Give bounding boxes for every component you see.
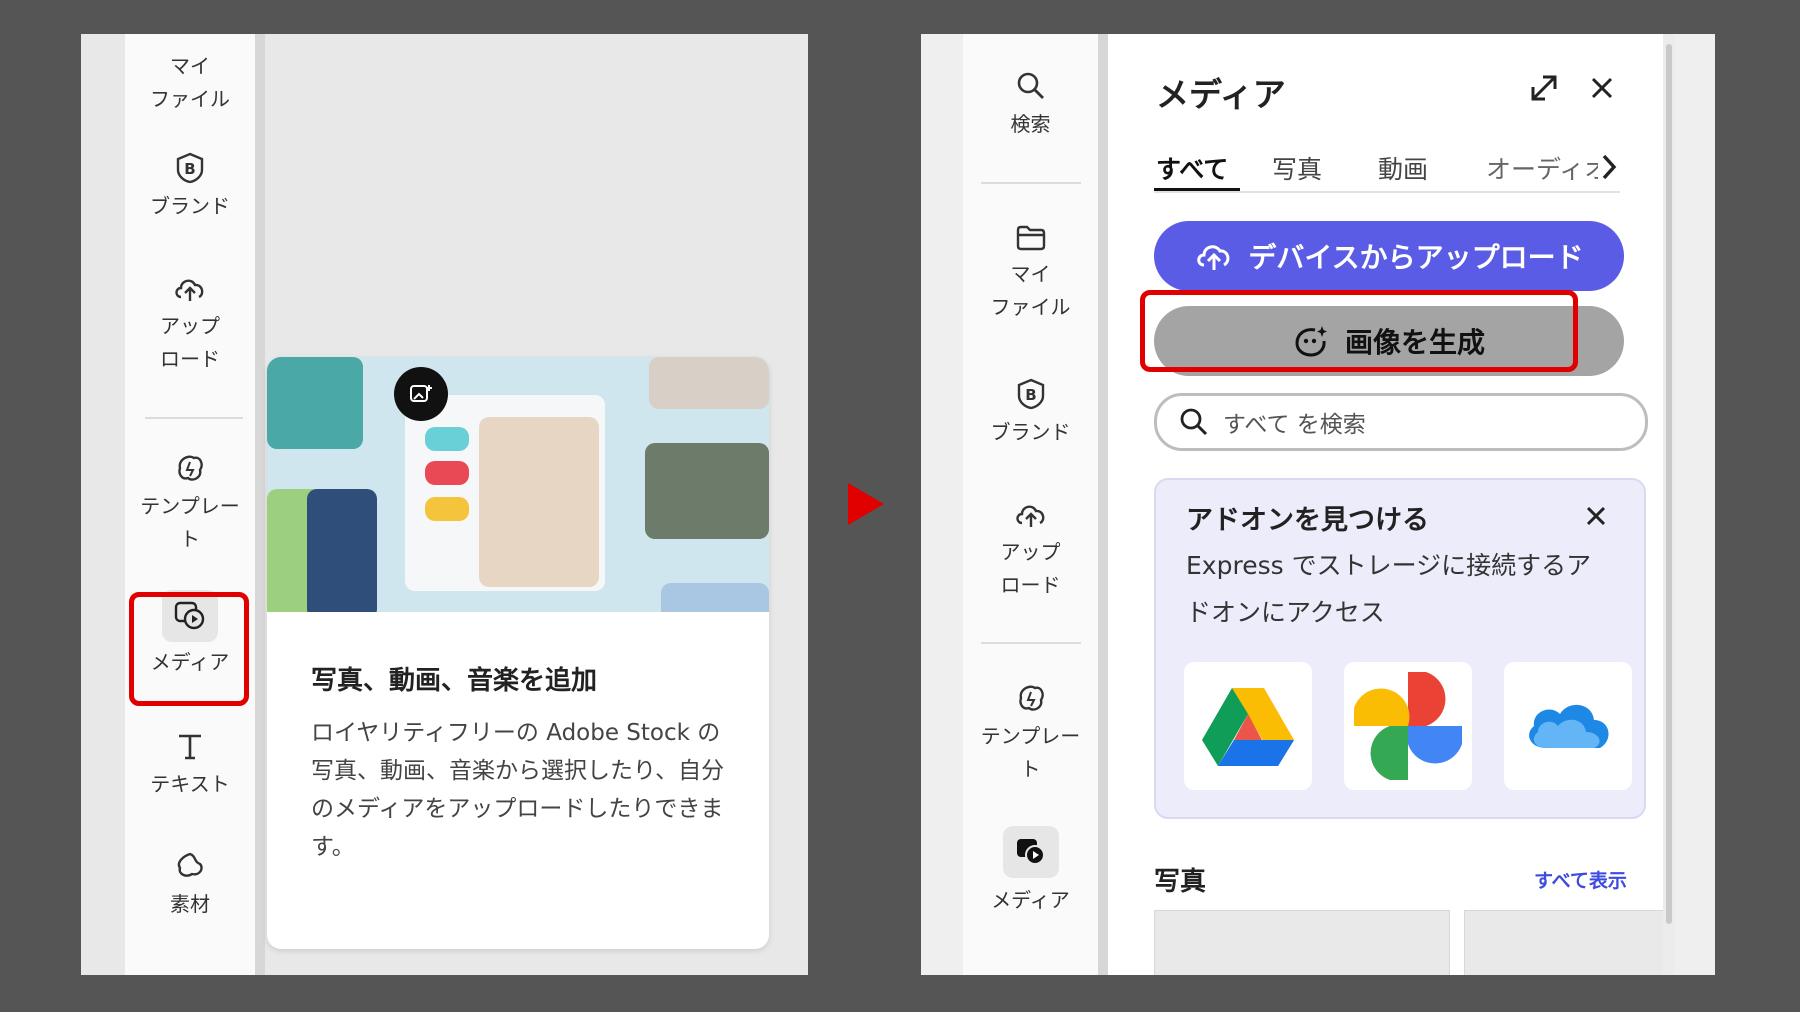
rail-item-upload[interactable]: アップ ロード [125,274,255,376]
google-drive-icon [1202,688,1294,766]
hero-illustration [267,357,769,612]
color-swatch [425,427,469,451]
rail-item-label: ブランド [990,420,1071,444]
highlight-box-media [129,592,249,706]
show-all-link[interactable]: すべて表示 [1534,866,1627,893]
card-description: ロイヤリティフリーの Adobe Stock の写真、動画、音楽から選択したり、… [311,720,725,860]
addon-title: アドオンを見つける [1186,505,1429,536]
expand-icon[interactable] [1528,72,1560,104]
scrollbar-thumb[interactable] [1666,44,1672,924]
search-icon [1180,408,1208,436]
cloud-upload-icon [175,279,204,301]
camp-photo [645,443,769,539]
rail-divider [981,182,1081,184]
rail-item-label: 素材 [170,892,210,916]
room-photo [649,357,769,409]
media-search-input[interactable]: すべて を検索 [1154,393,1648,451]
rail-item-elements[interactable]: 素材 [125,850,255,921]
rail-item-brand[interactable]: B ブランド [963,378,1098,449]
tab-audio[interactable]: オーディオ [1486,150,1598,186]
upload-from-device-button[interactable]: デバイスからアップロード [1154,221,1624,291]
people-photo [479,417,599,587]
rail-item-label: テンプレー ト [980,724,1081,781]
rail-item-label: メディア [991,888,1070,912]
panel-title: メディア [1156,75,1286,114]
chevron-right-icon[interactable] [1598,152,1620,182]
beach-photo [267,357,363,449]
rail-item-label: マイ ファイル [150,54,230,111]
rail-scrollbar[interactable] [255,34,265,975]
google-drive-button[interactable] [1184,662,1312,790]
rail-item-brand[interactable]: B ブランド [125,152,255,223]
addon-discovery-card: アドオンを見つける Express でストレージに接続するアドオンにアクセス [1154,478,1646,819]
upload-button-label: デバイスからアップロード [1248,241,1584,274]
rail-item-search[interactable]: 検索 [963,70,1098,141]
rail-item-templates[interactable]: テンプレー ト [125,452,255,556]
media-intro-card: 写真、動画、音楽を追加 ロイヤリティフリーの Adobe Stock の写真、動… [267,357,769,949]
close-icon[interactable] [1584,504,1608,528]
template-icon [178,455,203,481]
google-photos-icon [1354,672,1462,780]
left-screenshot: マイ ファイル B ブランド アップ ロード テンプレー ト メディア テキスト… [81,34,808,975]
arrow-right-icon [848,483,884,525]
cloud-upload-icon [1015,505,1044,527]
text-icon [179,734,201,760]
media-icon-tile [1002,826,1059,878]
svg-text:B: B [184,160,195,178]
search-icon [1017,72,1044,99]
tab-photos[interactable]: 写真 [1272,150,1322,186]
rail-item-label: ブランド [150,194,230,218]
rail-item-label: マイ ファイル [990,262,1071,319]
card-title: 写真、動画、音楽を追加 [311,666,598,696]
rail-item-label: 検索 [1010,112,1051,136]
color-swatch [425,461,469,485]
rail-scrollbar[interactable] [1098,34,1108,975]
rail-divider [981,642,1081,644]
right-screenshot: 検索 マイ ファイル B ブランド アップ ロード テンプレー ト メディア メ… [921,34,1715,975]
addon-description: Express でストレージに接続するアドオンにアクセス [1186,551,1592,627]
media-panel: メディア すべて 写真 動画 オーディオ デバイスからアップロード 画像を生成 … [1108,34,1665,975]
folder-icon [1016,225,1045,251]
elements-icon [177,852,203,877]
photos-section-title: 写真 [1154,867,1207,897]
rail-item-media[interactable]: メディア [963,826,1098,917]
rail-item-upload[interactable]: アップ ロード [963,500,1098,602]
svg-text:B: B [1025,386,1036,404]
left-side-rail: マイ ファイル B ブランド アップ ロード テンプレー ト メディア テキスト… [125,34,255,975]
rail-item-my-files[interactable]: マイ ファイル [963,224,1098,324]
brand-icon: B [1017,378,1044,410]
rail-item-label: アップ ロード [1000,540,1061,597]
search-placeholder: すべて を検索 [1223,412,1366,438]
rail-item-my-files[interactable]: マイ ファイル [125,50,255,116]
tab-videos[interactable]: 動画 [1378,150,1428,186]
tab-all[interactable]: すべて [1156,150,1228,186]
rail-item-text[interactable]: テキスト [125,730,255,801]
rail-divider [145,417,243,419]
jeans-photo [307,489,377,612]
template-icon [1018,685,1044,711]
sky-photo [661,583,769,612]
google-photos-button[interactable] [1344,662,1472,790]
highlight-box-generate [1140,290,1578,372]
add-image-icon [394,367,448,421]
brand-icon: B [176,152,204,184]
rail-item-label: テキスト [150,772,230,796]
rail-item-label: アップ ロード [160,314,220,371]
color-swatch [425,497,469,521]
right-side-rail: 検索 マイ ファイル B ブランド アップ ロード テンプレー ト メディア [963,34,1098,975]
onedrive-icon [1529,704,1609,748]
photo-thumbnail[interactable] [1464,910,1665,975]
panel-scrollbar[interactable] [1663,34,1675,975]
rail-item-label: テンプレー ト [140,494,240,551]
photo-thumbnail[interactable] [1154,910,1450,975]
onedrive-button[interactable] [1504,662,1632,790]
tab-bar-underline [1154,191,1620,193]
close-icon[interactable] [1588,74,1616,102]
rail-item-templates[interactable]: テンプレー ト [963,682,1098,786]
media-icon [1016,839,1045,865]
cloud-upload-icon [1197,245,1230,270]
